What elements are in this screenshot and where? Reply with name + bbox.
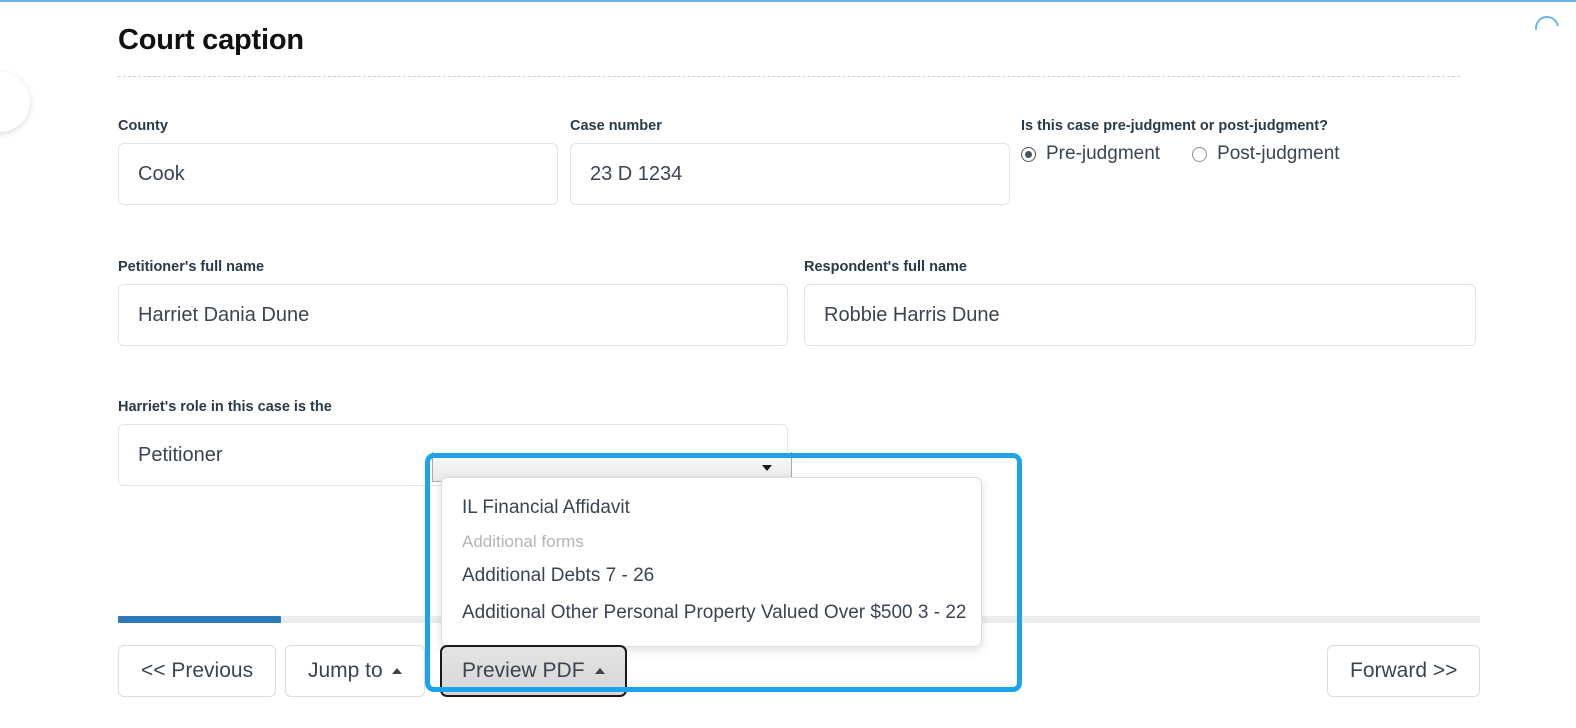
list-item[interactable]: IL Financial Affidavit (442, 490, 981, 527)
title-divider (118, 76, 1460, 77)
caret-up-icon (391, 668, 402, 674)
caret-up-icon (594, 668, 605, 674)
list-item[interactable]: Additional Other Personal Property Value… (442, 595, 981, 632)
previous-button[interactable]: << Previous (118, 645, 277, 697)
loading-spinner-icon (1530, 11, 1564, 45)
radio-post-judgment-label: Post-judgment (1217, 143, 1340, 164)
field-county: County (118, 118, 558, 205)
case-number-input[interactable] (570, 143, 1010, 205)
forward-button-label: Forward >> (1350, 659, 1458, 682)
radio-pre-judgment[interactable]: Pre-judgment (1021, 143, 1160, 165)
forward-button[interactable]: Forward >> (1327, 645, 1481, 697)
jump-to-button-label: Jump to (308, 659, 383, 682)
petitioner-label: Petitioner's full name (118, 259, 265, 275)
field-respondent-name: Respondent's full name (804, 259, 1476, 346)
list-item[interactable]: Additional Debts 7 - 26 (442, 558, 981, 595)
dropdown-triangle-icon (762, 464, 772, 471)
county-label: County (118, 118, 168, 134)
county-input[interactable] (118, 143, 558, 205)
respondent-name-input[interactable] (804, 284, 1476, 346)
preview-pdf-button-label: Preview PDF (462, 659, 585, 682)
radio-filled-icon (1021, 146, 1036, 162)
field-judgment-stage: Is this case pre-judgment or post-judgme… (1021, 118, 1461, 165)
previous-button-label: << Previous (141, 659, 254, 682)
radio-empty-icon (1192, 146, 1208, 162)
field-case-number: Case number (570, 118, 1010, 205)
preview-pdf-dropdown-menu: IL Financial Affidavit Additional forms … (441, 477, 982, 647)
jump-to-button[interactable]: Jump to (285, 645, 425, 697)
petitioner-name-input[interactable] (118, 284, 788, 346)
preview-pdf-button[interactable]: Preview PDF (440, 645, 627, 697)
role-select-value: Petitioner (138, 443, 223, 466)
respondent-label: Respondent's full name (804, 259, 967, 275)
court-caption-page: Court caption County Case number Is this… (0, 0, 1576, 728)
radio-post-judgment[interactable]: Post-judgment (1192, 143, 1340, 165)
role-label: Harriet's role in this case is the (118, 399, 332, 415)
circle-edge-button-icon[interactable] (0, 72, 30, 132)
case-number-label: Case number (570, 118, 662, 134)
judgment-radio-group: Pre-judgment Post-judgment (1021, 143, 1461, 165)
judgment-label: Is this case pre-judgment or post-judgme… (1021, 118, 1328, 134)
field-petitioner-name: Petitioner's full name (118, 259, 788, 346)
progress-bar-fill (118, 616, 282, 623)
dropdown-group-header: Additional forms (462, 532, 584, 551)
radio-pre-judgment-label: Pre-judgment (1046, 143, 1161, 164)
page-title: Court caption (118, 24, 304, 56)
